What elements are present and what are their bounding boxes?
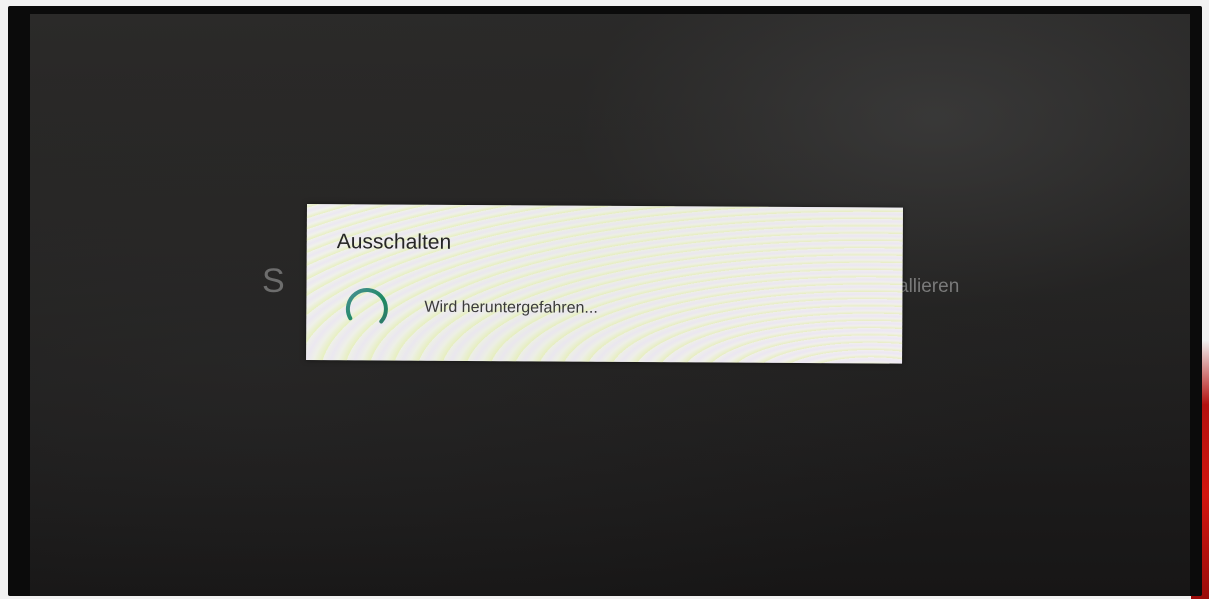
background-text-left: S [262,262,285,300]
shutdown-dialog: Ausschalten Wird heruntergefahren... [306,204,903,364]
dialog-title: Ausschalten [336,230,452,254]
photo-frame: S allieren Ausschalten Wird heruntergefa… [0,0,1209,599]
background-text-right: allieren [898,276,960,297]
dialog-message: Wird heruntergefahren... [424,298,598,317]
progress-spinner-icon [345,288,388,324]
